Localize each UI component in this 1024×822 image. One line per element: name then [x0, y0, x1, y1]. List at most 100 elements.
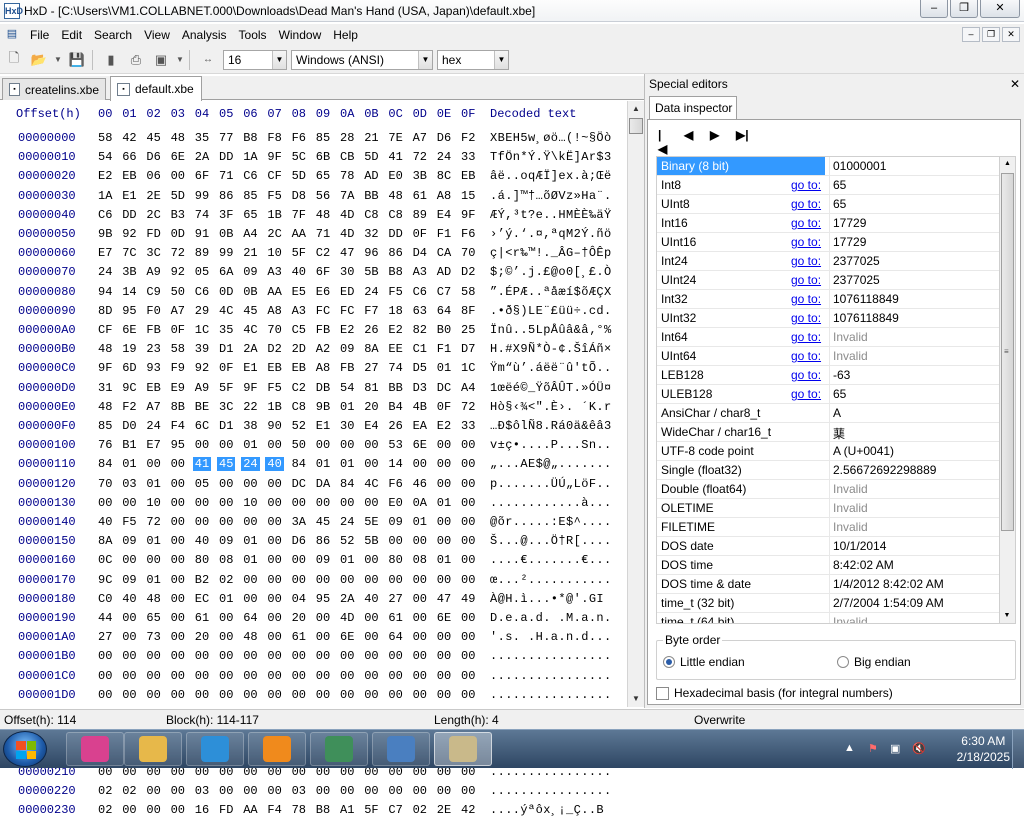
hex-byte[interactable]: 6E	[171, 150, 185, 164]
hex-byte[interactable]: B8	[243, 131, 257, 145]
inspector-value[interactable]: 17729	[829, 214, 999, 232]
decoded-text[interactable]: ÆÝ,³t?e..HMÈÈ‰äŸ	[490, 208, 612, 222]
inspector-value[interactable]: 8:42:02 AM	[829, 556, 999, 574]
hex-byte[interactable]: 00	[122, 649, 136, 663]
hex-byte[interactable]: 9C	[98, 573, 112, 587]
hex-byte[interactable]: 27	[364, 361, 378, 375]
hex-byte[interactable]: 00	[437, 477, 451, 491]
hex-byte[interactable]: 58	[461, 285, 475, 299]
decoded-text[interactable]: D.e.a.d. .M.a.n.	[490, 611, 612, 625]
hex-byte[interactable]: 4C	[243, 323, 257, 337]
scroll-down-icon[interactable]: ▼	[1000, 609, 1014, 623]
hex-byte[interactable]: E4	[437, 208, 451, 222]
hex-byte[interactable]: 53	[388, 438, 402, 452]
hex-byte[interactable]: CB	[340, 150, 354, 164]
hex-byte[interactable]: 85	[316, 131, 330, 145]
hex-byte[interactable]: 00	[340, 649, 354, 663]
goto-link[interactable]: go to:	[791, 197, 821, 211]
hex-byte[interactable]: 33	[461, 150, 475, 164]
hex-byte[interactable]: 00	[219, 784, 233, 798]
hex-byte[interactable]: 01	[219, 592, 233, 606]
hex-byte[interactable]: 70	[267, 323, 281, 337]
scroll-up-icon[interactable]: ▲	[1000, 157, 1015, 171]
hex-byte[interactable]: 86	[388, 246, 402, 260]
hex-byte[interactable]: 00	[195, 669, 209, 683]
hex-byte[interactable]: 5B	[364, 534, 378, 548]
hex-byte[interactable]: 00	[461, 649, 475, 663]
inspector-value[interactable]: 2377025	[829, 271, 999, 289]
hex-byte[interactable]: 00	[340, 688, 354, 702]
hex-byte[interactable]: DC	[292, 477, 306, 491]
hex-byte[interactable]: 00	[219, 669, 233, 683]
hex-byte[interactable]: 61	[388, 611, 402, 625]
hex-byte[interactable]: 1C	[461, 361, 475, 375]
hex-byte[interactable]: BB	[388, 381, 402, 395]
hex-byte[interactable]: 4D	[340, 208, 354, 222]
hex-byte[interactable]: 00	[171, 477, 185, 491]
hex-byte[interactable]: 10	[243, 496, 257, 510]
hex-byte[interactable]: 00	[413, 611, 427, 625]
hex-byte[interactable]: 8D	[98, 304, 112, 318]
charset-select[interactable]: Windows (ANSI) ▼	[291, 49, 433, 70]
decoded-text[interactable]: @õr.....:E$^....	[490, 515, 612, 529]
hex-byte[interactable]: 00	[413, 630, 427, 644]
taskbar-app-button[interactable]	[310, 732, 368, 766]
hex-byte[interactable]: 61	[292, 630, 306, 644]
hex-byte[interactable]: DD	[122, 208, 136, 222]
hex-byte[interactable]: 8F	[461, 304, 475, 318]
hex-byte[interactable]: 49	[461, 592, 475, 606]
hex-byte[interactable]: 00	[364, 438, 378, 452]
hex-byte[interactable]: B4	[388, 400, 402, 414]
goto-link[interactable]: go to:	[791, 273, 821, 287]
hex-byte[interactable]: E2	[437, 419, 451, 433]
hex-byte[interactable]: DD	[219, 150, 233, 164]
hex-byte[interactable]: E2	[98, 169, 112, 183]
inspector-row[interactable]: DOS date 10/1/2014	[657, 537, 999, 556]
hex-byte[interactable]: 58	[171, 342, 185, 356]
menu-help[interactable]: Help	[327, 28, 364, 42]
hex-byte[interactable]: 54	[98, 150, 112, 164]
hex-byte[interactable]: 94	[98, 285, 112, 299]
inspector-value[interactable]: 2.56672692298889	[829, 461, 999, 479]
hex-byte[interactable]: C0	[98, 592, 112, 606]
hex-byte[interactable]: 78	[340, 169, 354, 183]
decoded-text[interactable]: ................	[490, 669, 612, 683]
hex-byte[interactable]: E9	[171, 381, 185, 395]
hex-byte[interactable]: 00	[461, 457, 475, 471]
hex-byte[interactable]: 00	[437, 515, 451, 529]
hex-byte[interactable]: 4C	[219, 304, 233, 318]
hex-byte[interactable]: D8	[292, 189, 306, 203]
hex-byte[interactable]: C8	[292, 400, 306, 414]
goto-link[interactable]: go to:	[791, 178, 821, 192]
hex-byte[interactable]: EB	[461, 169, 475, 183]
inspector-row[interactable]: UInt8 go to: 65	[657, 195, 999, 214]
hex-byte[interactable]: 20	[292, 611, 306, 625]
hex-byte[interactable]: 30	[340, 419, 354, 433]
hex-byte[interactable]: 00	[461, 515, 475, 529]
hex-byte[interactable]: FC	[316, 304, 330, 318]
hex-byte[interactable]: A1	[340, 803, 354, 817]
menu-tools[interactable]: Tools	[233, 28, 273, 42]
hex-byte[interactable]: 00	[219, 515, 233, 529]
hex-byte[interactable]: 09	[340, 342, 354, 356]
hex-byte[interactable]: 48	[243, 630, 257, 644]
inspector-row[interactable]: Int32 go to: 1076118849	[657, 290, 999, 309]
hex-byte[interactable]: 33	[461, 419, 475, 433]
inspector-value[interactable]: 17729	[829, 233, 999, 251]
hex-byte[interactable]: 00	[219, 438, 233, 452]
hex-byte[interactable]: FB	[146, 323, 160, 337]
hex-byte[interactable]: 00	[388, 573, 402, 587]
hex-byte[interactable]: 00	[171, 784, 185, 798]
hex-byte[interactable]: 00	[267, 438, 281, 452]
hex-byte[interactable]: 00	[171, 553, 185, 567]
hex-byte[interactable]: 00	[267, 592, 281, 606]
hex-byte[interactable]: 24	[364, 285, 378, 299]
hex-byte[interactable]: 72	[413, 150, 427, 164]
hex-byte[interactable]: FD	[219, 803, 233, 817]
hex-byte[interactable]: F5	[388, 285, 402, 299]
hex-byte[interactable]: 5D	[171, 189, 185, 203]
hex-byte[interactable]: C6	[98, 208, 112, 222]
hex-byte[interactable]: 00	[316, 649, 330, 663]
hex-byte[interactable]: 00	[98, 649, 112, 663]
hex-byte[interactable]: 00	[340, 784, 354, 798]
